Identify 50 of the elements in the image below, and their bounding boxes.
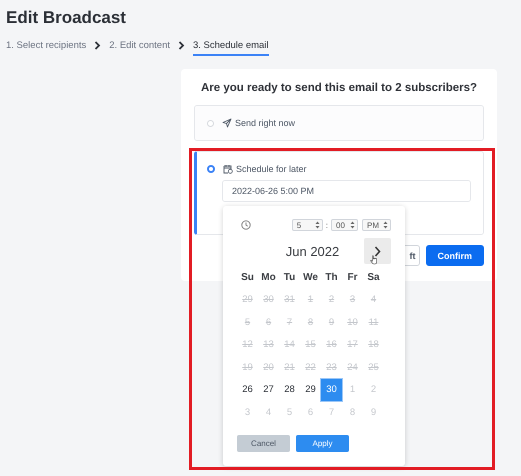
calendar-day[interactable]: 4	[258, 401, 279, 424]
weekday-label: Th	[324, 270, 339, 285]
clock-icon	[241, 220, 251, 230]
spinner-arrows-icon	[350, 221, 355, 229]
option-label: Schedule for later	[236, 164, 307, 174]
step-tab[interactable]: 1. Select recipients	[6, 39, 86, 56]
period-select[interactable]: PM	[362, 219, 391, 231]
calendar-day[interactable]: 9	[363, 401, 384, 424]
spinner-arrows-icon	[383, 221, 388, 229]
calendar-day[interactable]: 2	[363, 378, 384, 401]
minute-select[interactable]: 00	[331, 219, 358, 231]
calendar-day[interactable]: 26	[237, 378, 258, 401]
send-icon	[222, 118, 232, 128]
month-label: Jun 2022	[284, 244, 340, 258]
weekday-label: We	[302, 270, 319, 285]
calendar-day[interactable]: 8	[342, 401, 363, 424]
calendar-day[interactable]: 29	[300, 378, 321, 401]
calendar-day[interactable]: 28	[279, 378, 300, 401]
calendar-day[interactable]: 3	[237, 401, 258, 424]
step-tab[interactable]: 3. Schedule email	[193, 39, 269, 56]
weekday-label: Tu	[282, 270, 296, 285]
chevron-right-icon	[374, 246, 381, 256]
time-separator: :	[326, 220, 328, 230]
calendar-day[interactable]: 27	[258, 378, 279, 401]
calendar-day[interactable]: 7	[321, 401, 342, 424]
weekday-label: Sa	[366, 270, 381, 285]
radio-button[interactable]	[207, 165, 215, 173]
spinner-arrows-icon	[314, 221, 320, 229]
calendar-day[interactable]: 5	[279, 401, 300, 424]
pointer-hand-icon	[370, 255, 378, 265]
weekday-label: Su	[240, 270, 255, 285]
option-label: Send right now	[235, 118, 296, 128]
weekday-label: Fr	[346, 270, 358, 285]
chevron-icon	[94, 41, 102, 50]
chevron-icon	[178, 41, 185, 50]
apply-button[interactable]: Apply	[296, 434, 349, 452]
step-tab[interactable]: 2. Edit content	[109, 39, 170, 56]
next-month-button[interactable]	[364, 238, 391, 264]
datetime-field[interactable]: 2022-06-26 5:00 PM	[222, 180, 471, 202]
page-title: Edit Broadcast	[5, 7, 127, 29]
hour-select[interactable]: 5	[292, 219, 323, 231]
calendar-day[interactable]: 6	[300, 401, 321, 424]
send-option[interactable]: Send right now	[194, 105, 484, 141]
confirm-question: Are you ready to send this email to 2 subscribers?	[200, 82, 478, 94]
weekday-label: Mo	[260, 270, 277, 285]
calendar-day[interactable]: 1	[342, 378, 363, 401]
calendar-icon	[223, 164, 233, 174]
calendar-day[interactable]: 30	[321, 378, 342, 401]
cancel-button[interactable]: Cancel	[237, 434, 290, 452]
confirm-button[interactable]: Confirm	[426, 245, 484, 266]
